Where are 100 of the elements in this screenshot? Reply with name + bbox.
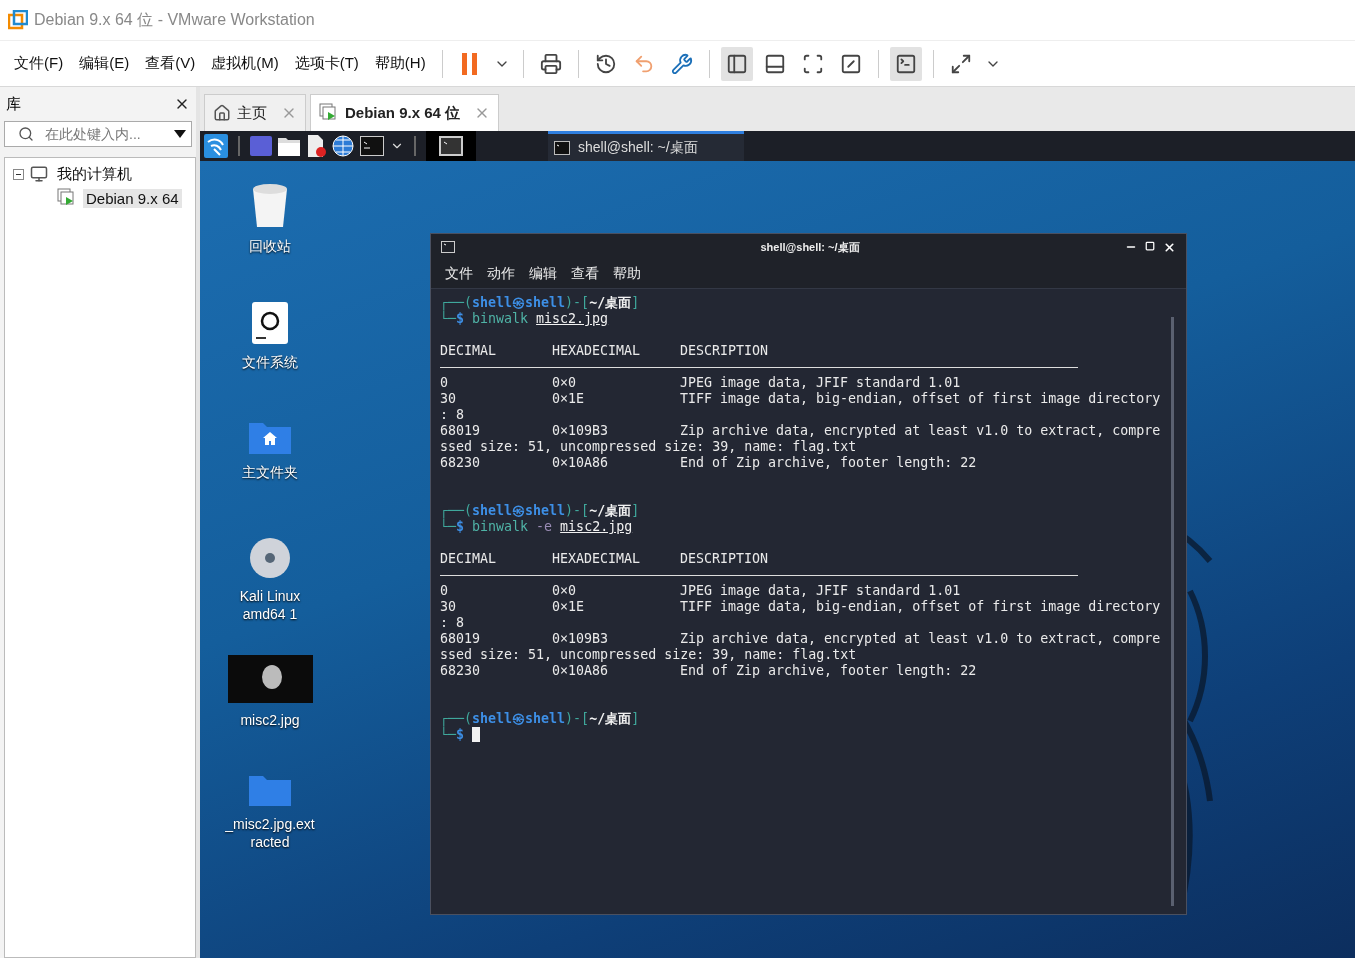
terminal-line: ┌──(shell㉿shell)-[~/桌面]	[440, 711, 641, 727]
terminal-cell: TIFF image data, big-endian, offset of first image directory	[680, 391, 1161, 407]
diagonal-arrows-icon	[949, 52, 972, 75]
search-field[interactable]: 在此处键入内...	[4, 121, 192, 147]
terminal-cell-text: 0×0	[552, 375, 578, 391]
menu-item[interactable]: 编辑	[529, 265, 557, 283]
terminal-icon[interactable]	[360, 136, 384, 156]
terminal-cell-text: DECIMAL	[440, 551, 498, 567]
library-view-button[interactable]	[720, 46, 753, 81]
terminal-line: ssed size: 51, uncompressed size: 39, name: flag.txt	[440, 439, 857, 455]
search-icon	[18, 126, 34, 142]
pause-icon	[459, 51, 480, 76]
terminal-cell-text: 30	[440, 391, 457, 407]
vm-icon	[319, 103, 339, 123]
terminal-cell-text: 68019	[440, 423, 482, 439]
terminal-cell-text: 68230	[440, 455, 482, 471]
terminal-cell: JPEG image data, JFIF standard 1.01	[680, 583, 961, 599]
menu-item[interactable]: 帮助(H)	[366, 54, 434, 73]
menu-item[interactable]: 查看(V)	[137, 54, 204, 73]
terminal-cell-text: DECIMAL	[440, 343, 498, 359]
wrench-icon	[670, 52, 693, 75]
terminal-cell-text: 0×1E	[552, 599, 586, 615]
desktop-icon-label[interactable]: 回收站	[249, 237, 291, 256]
menu-item[interactable]: 文件	[445, 265, 473, 283]
full-screen-icon	[801, 52, 824, 75]
taskbar-window-button[interactable]: shell@shell: ~/桌面	[548, 131, 744, 161]
terminal-cell-text: 0×109B3	[552, 423, 610, 439]
menu-item[interactable]: 虚拟机(M)	[203, 54, 287, 73]
left-panel-icon	[725, 52, 748, 75]
terminal-title: shell@shell: ~/桌面	[759, 239, 861, 255]
folder-icon	[248, 773, 292, 807]
terminal-cell-text: 0×0	[552, 583, 578, 599]
terminal-cell-text: 68019	[440, 631, 482, 647]
terminal-cell: End of Zip archive, footer length: 22	[680, 455, 977, 471]
folder-icon[interactable]	[278, 136, 300, 156]
maximize-icon	[1145, 240, 1155, 251]
terminal-cell-text: 0×109B3	[552, 631, 610, 647]
terminal-line: ┌──(shell㉿shell)-[~/桌面]	[440, 503, 641, 519]
terminal-cell: TIFF image data, big-endian, offset of first image directory	[680, 599, 1161, 615]
scrollbar[interactable]	[1171, 317, 1174, 906]
terminal-icon	[554, 140, 570, 155]
menu-item[interactable]: 文件(F)	[6, 54, 72, 73]
vm-icon	[57, 188, 77, 208]
terminal-cell-text: 68230	[440, 663, 482, 679]
console-button[interactable]	[889, 46, 922, 81]
terminal-line: ssed size: 51, uncompressed size: 39, name: flag.txt	[440, 647, 857, 663]
terminal-cell: JPEG image data, JFIF standard 1.01	[680, 375, 961, 391]
clock-icon	[594, 52, 617, 75]
trash-bin-icon	[250, 183, 290, 229]
terminal-icon	[894, 52, 917, 75]
tree-item[interactable]: Debian 9.x 64	[83, 188, 182, 208]
terminal-line: └─$ binwalk misc2.jpg	[440, 311, 610, 327]
tab[interactable]: 主页	[204, 94, 306, 131]
terminal-cell: End of Zip archive, footer length: 22	[680, 663, 977, 679]
library-title: 库	[6, 94, 21, 114]
window-title: Debian 9.x 64 位 - VMware Workstation	[34, 9, 315, 30]
collapse-icon[interactable]	[13, 168, 24, 180]
text-editor-icon[interactable]	[306, 135, 326, 157]
dropdown-arrow-icon[interactable]	[173, 129, 187, 139]
terminal-cell: Zip archive data, encrypted at least v1.0 to extract, compre	[680, 631, 1161, 647]
terminal-cell: Zip archive data, encrypted at least v1.0 to extract, compre	[680, 423, 1161, 439]
terminal-cell-text: HEXADECIMAL	[552, 551, 642, 567]
terminal-cell: DESCRIPTION	[680, 343, 769, 359]
tree-item[interactable]: 我的计算机	[54, 163, 135, 185]
slashed-square-icon	[839, 52, 862, 75]
desktop-icon-label[interactable]: 文件系统	[242, 353, 298, 372]
terminal-cell-text: 30	[440, 599, 457, 615]
desktop-icon-label[interactable]: 主文件夹	[242, 463, 298, 482]
close-icon	[1163, 240, 1176, 254]
desktop-icon-label[interactable]: misc2.jpg	[240, 711, 300, 730]
terminal-icon[interactable]	[439, 136, 463, 156]
terminal-line: └─$ binwalk -e misc2.jpg	[440, 519, 634, 535]
text-cursor	[472, 727, 481, 742]
menu-item[interactable]: 编辑(E)	[71, 54, 138, 73]
terminal-icon	[441, 241, 455, 253]
terminal-cell: DESCRIPTION	[680, 551, 769, 567]
terminal-line: : 8	[440, 615, 465, 631]
tab[interactable]: Debian 9.x 64 位	[310, 94, 500, 131]
printer-icon	[539, 52, 562, 75]
menu-item[interactable]: 选项卡(T)	[286, 54, 367, 73]
menu-item[interactable]: 动作	[487, 265, 515, 283]
terminal-cell-text: HEXADECIMAL	[552, 343, 642, 359]
bottom-panel-icon	[763, 52, 786, 75]
terminal-cell-text: 0×10A86	[552, 455, 610, 471]
terminal-line: └─$	[440, 727, 1171, 743]
terminal-cell-text: 0×10A86	[552, 663, 610, 679]
drive-icon	[251, 301, 289, 345]
desktop-icon-label[interactable]: Kali Linux amd64 1	[224, 587, 316, 624]
terminal-cell-text: 0	[440, 375, 449, 391]
app-logo-icon	[8, 10, 28, 30]
terminal-line: ┌──(shell㉿shell)-[~/桌面]	[440, 295, 641, 311]
desktop-icon-label[interactable]: _misc2.jpg.extracted	[224, 815, 316, 852]
menu-item[interactable]: 查看	[571, 265, 599, 283]
terminal-cell-text: 0×1E	[552, 391, 586, 407]
terminal-cell-text: 0	[440, 583, 449, 599]
disc-icon	[249, 537, 291, 579]
home-icon	[213, 104, 231, 122]
menu-item[interactable]: 帮助	[613, 265, 641, 283]
globe-icon[interactable]	[332, 135, 354, 157]
terminal-line: : 8	[440, 407, 465, 423]
